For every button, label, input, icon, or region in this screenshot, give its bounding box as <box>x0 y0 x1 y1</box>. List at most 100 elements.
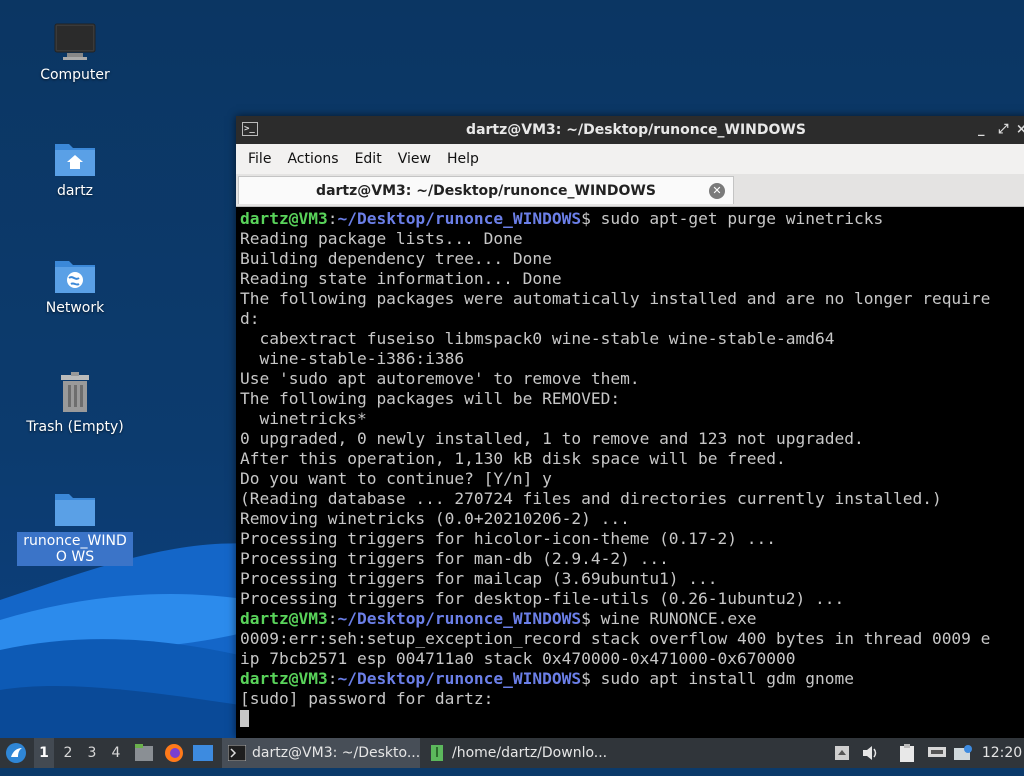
tray-network[interactable] <box>928 738 950 768</box>
terminal-output-line: 0 upgraded, 0 newly installed, 1 to remo… <box>240 429 1024 449</box>
clipboard-icon <box>900 744 914 762</box>
terminal-output-line: Reading package lists... Done <box>240 229 1024 249</box>
menu-actions[interactable]: Actions <box>279 151 346 167</box>
terminal-output-line: Reading state information... Done <box>240 269 1024 289</box>
terminal-output-line: The following packages were automaticall… <box>240 289 1024 309</box>
output-text: cabextract fuseiso libmspack0 wine-stabl… <box>240 329 835 348</box>
output-text: Reading package lists... Done <box>240 229 523 248</box>
terminal-output-line: [sudo] password for dartz: <box>240 689 1024 709</box>
terminal-output-line: d: <box>240 309 1024 329</box>
tray-clipboard[interactable] <box>898 738 922 768</box>
desktop-icon-computer[interactable]: Computer <box>15 22 135 84</box>
prompt-symbol: $ <box>581 669 601 688</box>
close-button[interactable]: × <box>1016 116 1024 144</box>
terminal-output-line: Processing triggers for man-db (2.9.4-2)… <box>240 549 1024 569</box>
folder-icon <box>55 494 95 526</box>
output-text: The following packages will be REMOVED: <box>240 389 621 408</box>
prompt-separator: : <box>327 609 338 628</box>
window-title: dartz@VM3: ~/Desktop/runonce_WINDOWS <box>466 122 806 138</box>
terminal-output-line: Processing triggers for hicolor-icon-the… <box>240 529 1024 549</box>
desktop-icon-trash[interactable]: Trash (Empty) <box>15 372 135 436</box>
update-notifier-icon <box>954 745 972 760</box>
tray-updates[interactable] <box>954 738 976 768</box>
minimize-button[interactable]: _ <box>978 116 985 144</box>
tray-volume[interactable] <box>862 738 884 768</box>
network-icon <box>928 747 946 757</box>
output-text: 0009:err:seh:setup_exception_record stac… <box>240 629 991 648</box>
window-titlebar[interactable]: >_ dartz@VM3: ~/Desktop/runonce_WINDOWS … <box>236 116 1024 144</box>
show-desktop-button[interactable] <box>193 738 215 768</box>
output-text: Use 'sudo apt autoremove' to remove them… <box>240 369 640 388</box>
clock[interactable]: 12:20 <box>980 738 1024 768</box>
workspace-2[interactable]: 2 <box>58 738 78 768</box>
tab-bar: dartz@VM3: ~/Desktop/runonce_WINDOWS ✕ <box>236 174 1024 207</box>
desktop-icon-runonce-folder[interactable]: runonce_WINDO WS <box>15 490 135 566</box>
terminal-output-line: wine-stable-i386:i386 <box>240 349 1024 369</box>
output-text: winetricks* <box>240 409 367 428</box>
terminal-output-line: Removing winetricks (0.0+20210206-2) ... <box>240 509 1024 529</box>
command-text: sudo apt-get purge winetricks <box>600 209 884 228</box>
terminal-output-line: Do you want to continue? [Y/n] y <box>240 469 1024 489</box>
desktop-icon-label: runonce_WINDO WS <box>17 532 133 566</box>
terminal-command-line: dartz@VM3:~/Desktop/runonce_WINDOWS$ sud… <box>240 669 1024 689</box>
output-text: Processing triggers for man-db (2.9.4-2)… <box>240 549 669 568</box>
archive-icon <box>431 745 443 761</box>
menu-file[interactable]: File <box>240 151 279 167</box>
desktop-icon-home[interactable]: dartz <box>15 140 135 200</box>
volume-icon <box>863 746 877 760</box>
workspace-4[interactable]: 4 <box>106 738 126 768</box>
desktop-icon-label: Network <box>45 300 105 316</box>
network-folder-icon <box>55 261 95 293</box>
task-terminal[interactable]: dartz@VM3: ~/Deskto... <box>222 738 420 768</box>
prompt-user: dartz@VM3 <box>240 609 328 628</box>
output-text: Do you want to continue? [Y/n] y <box>240 469 552 488</box>
task-file-manager[interactable]: /home/dartz/Downlo... <box>422 738 622 768</box>
firefox-launcher[interactable] <box>164 738 186 768</box>
tab-close-icon[interactable]: ✕ <box>709 183 725 199</box>
command-text: sudo apt install gdm gnome <box>600 669 855 688</box>
output-text: Reading state information... Done <box>240 269 562 288</box>
terminal-window[interactable]: >_ dartz@VM3: ~/Desktop/runonce_WINDOWS … <box>236 116 1024 738</box>
notification-icon <box>835 746 849 760</box>
menu-view[interactable]: View <box>390 151 439 167</box>
file-manager-launcher[interactable] <box>134 738 156 768</box>
output-text: The following packages were automaticall… <box>240 289 991 308</box>
task-label: /home/dartz/Downlo... <box>452 745 608 761</box>
terminal-output-line: After this operation, 1,130 kB disk spac… <box>240 449 1024 469</box>
terminal-icon: >_ <box>242 122 258 136</box>
prompt-path: ~/Desktop/runonce_WINDOWS <box>337 609 582 628</box>
menu-bar: File Actions Edit View Help <box>236 144 1024 174</box>
desktop-icon-network[interactable]: Network <box>15 257 135 317</box>
output-text: After this operation, 1,130 kB disk spac… <box>240 449 786 468</box>
maximize-button[interactable]: ⤢ <box>998 116 1008 144</box>
task-label: dartz@VM3: ~/Deskto... <box>252 745 420 761</box>
menu-edit[interactable]: Edit <box>347 151 390 167</box>
terminal-output-line: Processing triggers for mailcap (3.69ubu… <box>240 569 1024 589</box>
prompt-path: ~/Desktop/runonce_WINDOWS <box>337 669 582 688</box>
menu-help[interactable]: Help <box>439 151 487 167</box>
terminal-output[interactable]: dartz@VM3:~/Desktop/runonce_WINDOWS$ sud… <box>236 207 1024 738</box>
output-text: Processing triggers for desktop-file-uti… <box>240 589 845 608</box>
prompt-separator: : <box>327 209 338 228</box>
workspace-1[interactable]: 1 <box>34 738 54 768</box>
tab-title: dartz@VM3: ~/Desktop/runonce_WINDOWS <box>316 183 656 199</box>
prompt-path: ~/Desktop/runonce_WINDOWS <box>337 209 582 228</box>
terminal-tab[interactable]: dartz@VM3: ~/Desktop/runonce_WINDOWS ✕ <box>238 176 734 204</box>
output-text: (Reading database ... 270724 files and d… <box>240 489 942 508</box>
lubuntu-logo-icon <box>6 743 26 763</box>
file-manager-icon <box>135 744 153 761</box>
tray-notification[interactable] <box>834 738 854 768</box>
workspace-3[interactable]: 3 <box>82 738 102 768</box>
computer-icon <box>54 23 96 60</box>
terminal-command-line: dartz@VM3:~/Desktop/runonce_WINDOWS$ sud… <box>240 209 1024 229</box>
start-menu-button[interactable] <box>4 738 30 768</box>
terminal-output-line: Use 'sudo apt autoremove' to remove them… <box>240 369 1024 389</box>
prompt-user: dartz@VM3 <box>240 669 328 688</box>
terminal-output-line: ip 7bcb2571 esp 004711a0 stack 0x470000-… <box>240 649 1024 669</box>
terminal-output-line: Building dependency tree... Done <box>240 249 1024 269</box>
terminal-output-line: The following packages will be REMOVED: <box>240 389 1024 409</box>
prompt-symbol: $ <box>581 609 601 628</box>
prompt-symbol: $ <box>581 209 601 228</box>
terminal-output-line: cabextract fuseiso libmspack0 wine-stabl… <box>240 329 1024 349</box>
desktop-icon-label: dartz <box>56 183 94 199</box>
